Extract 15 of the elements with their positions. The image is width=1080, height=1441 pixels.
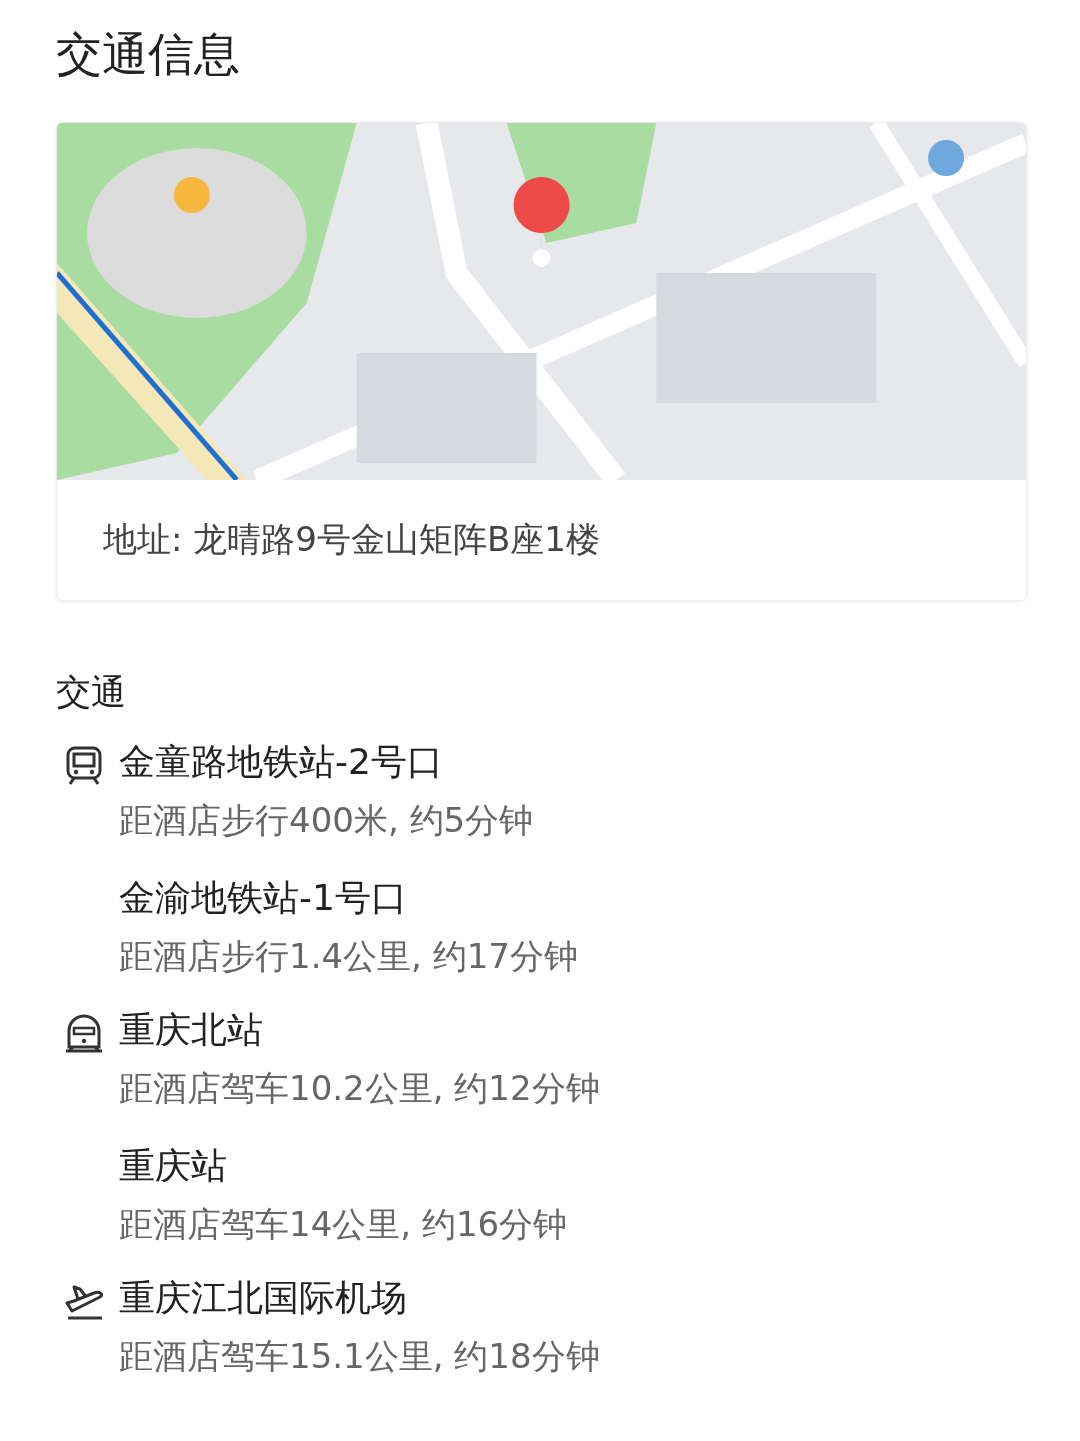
address-text: 地址: 龙晴路9号金山矩阵B座1楼: [102, 518, 601, 561]
station-name: 金渝地铁站-1号口: [119, 876, 408, 920]
train-icon: [64, 1013, 104, 1053]
distance-text: 距酒店步行400米, 约5分钟: [119, 799, 535, 842]
page-title: 交通信息: [56, 26, 241, 83]
distance-text: 距酒店驾车10.2公里, 约12分钟: [119, 1067, 600, 1110]
metro-icon: [64, 745, 104, 785]
station-name: 金童路地铁站-2号口: [119, 740, 444, 784]
section-title: 交通: [56, 671, 127, 714]
distance-text: 距酒店步行1.4公里, 约17分钟: [119, 935, 578, 978]
station-name: 重庆江北国际机场: [119, 1276, 408, 1320]
distance-text: 距酒店驾车15.1公里, 约18分钟: [119, 1335, 600, 1378]
distance-text: 距酒店驾车14公里, 约16分钟: [119, 1203, 569, 1246]
station-name: 重庆站: [119, 1144, 228, 1188]
station-name: 重庆北站: [119, 1008, 264, 1052]
